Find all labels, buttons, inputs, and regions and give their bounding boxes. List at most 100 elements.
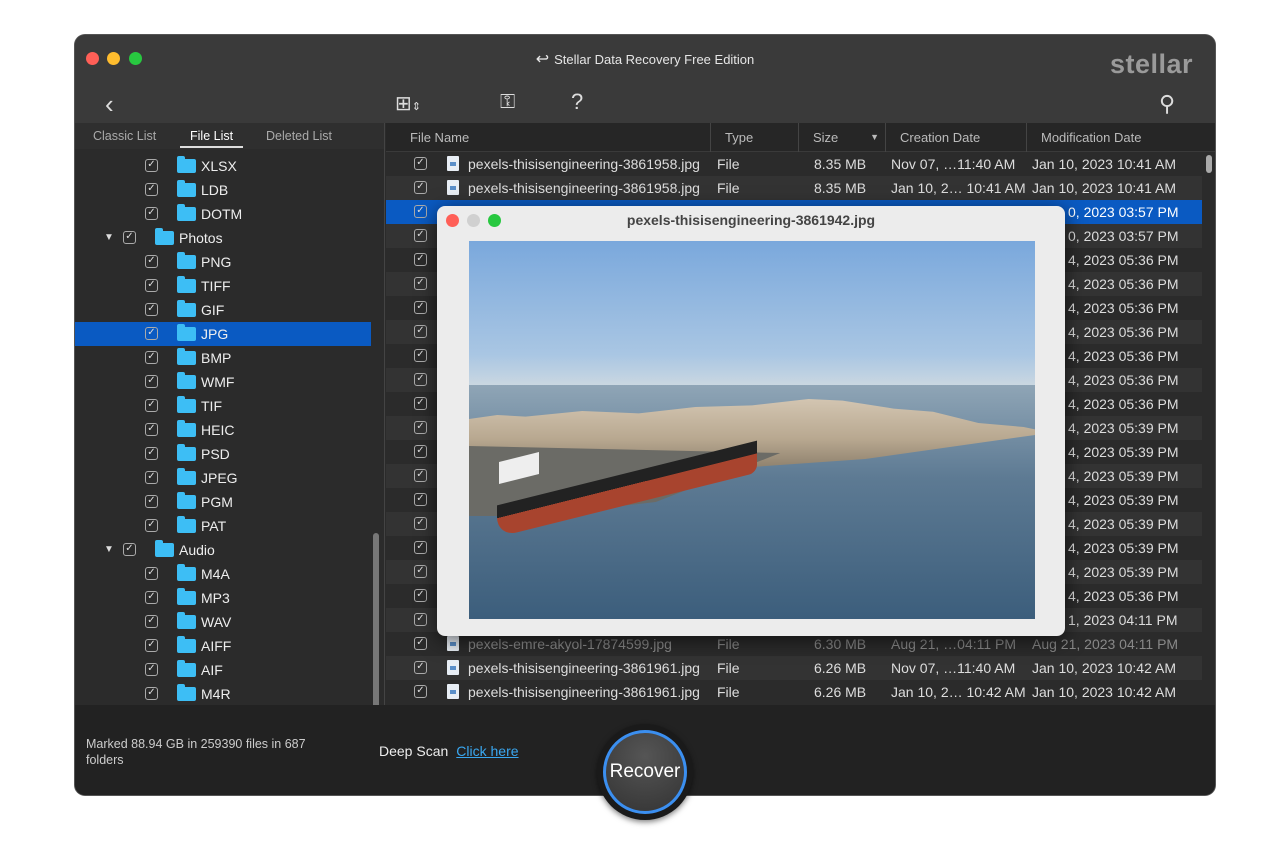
checkbox[interactable]: ✓ <box>414 637 427 650</box>
checkbox[interactable]: ✓ <box>414 205 427 218</box>
table-row[interactable]: ✓ pexels-thisisengineering-3861961.jpg Fil… <box>386 680 1202 704</box>
tree-item-label: GIF <box>201 302 225 318</box>
question-mark-icon[interactable]: ? <box>571 89 583 115</box>
checkbox[interactable]: ✓ <box>145 279 158 292</box>
checkbox[interactable]: ✓ <box>145 207 158 220</box>
checkbox[interactable]: ✓ <box>414 181 427 194</box>
checkbox[interactable]: ✓ <box>414 277 427 290</box>
checkbox[interactable]: ✓ <box>414 445 427 458</box>
checkbox[interactable]: ✓ <box>145 519 158 532</box>
checkbox[interactable]: ✓ <box>123 543 136 556</box>
checkbox[interactable]: ✓ <box>414 517 427 530</box>
checkbox[interactable]: ✓ <box>414 229 427 242</box>
tree-item[interactable]: ✓ MP3 <box>75 586 371 610</box>
tree-item[interactable]: ✓ XLSX <box>75 154 371 178</box>
table-row[interactable]: ✓ pexels-thisisengineering-3861958.jpg Fil… <box>386 152 1202 176</box>
chevron-left-icon[interactable]: ‹ <box>105 89 114 120</box>
checkbox[interactable]: ✓ <box>145 423 158 436</box>
checkbox[interactable]: ✓ <box>414 301 427 314</box>
checkbox[interactable]: ✓ <box>414 565 427 578</box>
tree-item[interactable]: ▼ ✓ Audio <box>75 538 371 562</box>
checkbox[interactable]: ✓ <box>145 567 158 580</box>
tree-item[interactable]: ✓ TIFF <box>75 274 371 298</box>
disclosure-triangle-icon[interactable]: ▼ <box>104 232 114 243</box>
checkbox[interactable]: ✓ <box>414 349 427 362</box>
tree-item[interactable]: ✓ PSD <box>75 442 371 466</box>
tree-item[interactable]: ✓ PGM <box>75 490 371 514</box>
tree-item[interactable]: ✓ M4R <box>75 682 371 706</box>
checkbox[interactable]: ✓ <box>414 373 427 386</box>
checkbox[interactable]: ✓ <box>145 495 158 508</box>
checkbox[interactable]: ✓ <box>145 591 158 604</box>
column-size[interactable]: Size ▼ <box>799 123 886 152</box>
disclosure-triangle-icon[interactable]: ▼ <box>104 544 114 555</box>
tree-item[interactable]: ✓ WAV <box>75 610 371 634</box>
tab-deleted-list[interactable]: Deleted List <box>266 129 332 143</box>
checkbox[interactable]: ✓ <box>414 613 427 626</box>
key-icon[interactable]: ⚿ <box>500 91 515 114</box>
folder-icon <box>177 492 196 509</box>
table-row[interactable]: ✓ pexels-thisisengineering-3861961.jpg Fil… <box>386 656 1202 680</box>
tab-classic-list[interactable]: Classic List <box>93 129 156 143</box>
grid-view-icon[interactable]: ⊞⇕ <box>395 91 421 116</box>
tree-item[interactable]: ✓ PNG <box>75 250 371 274</box>
checkbox[interactable]: ✓ <box>145 183 158 196</box>
checkbox[interactable]: ✓ <box>145 639 158 652</box>
checkbox[interactable]: ✓ <box>145 687 158 700</box>
checkbox[interactable]: ✓ <box>414 325 427 338</box>
table-row[interactable]: ✓ pexels-thisisengineering-3861958.jpg Fil… <box>386 176 1202 200</box>
tree-item[interactable]: ✓ JPEG <box>75 466 371 490</box>
recover-button[interactable]: Recover <box>597 724 693 820</box>
checkbox[interactable]: ✓ <box>145 303 158 316</box>
tree-item[interactable]: ✓ DOTM <box>75 202 371 226</box>
checkbox[interactable]: ✓ <box>414 421 427 434</box>
checkbox[interactable]: ✓ <box>414 493 427 506</box>
column-modification-date[interactable]: Modification Date <box>1027 123 1215 152</box>
tree-item[interactable]: ✓ AIF <box>75 658 371 682</box>
tab-file-list[interactable]: File List <box>180 129 244 148</box>
checkbox[interactable]: ✓ <box>145 399 158 412</box>
folder-icon <box>177 564 196 581</box>
checkbox[interactable]: ✓ <box>145 375 158 388</box>
tree-item[interactable]: ✓ JPG <box>75 322 371 346</box>
checkbox[interactable]: ✓ <box>145 255 158 268</box>
checkbox[interactable]: ✓ <box>145 351 158 364</box>
checkbox[interactable]: ✓ <box>145 615 158 628</box>
checkbox[interactable]: ✓ <box>145 663 158 676</box>
tree-item[interactable]: ▼ ✓ Photos <box>75 226 371 250</box>
column-file-name[interactable]: File Name <box>386 123 711 152</box>
tree-item[interactable]: ✓ TIF <box>75 394 371 418</box>
tree-item[interactable]: ✓ AIFF <box>75 634 371 658</box>
checkbox[interactable]: ✓ <box>414 253 427 266</box>
checkbox[interactable]: ✓ <box>414 397 427 410</box>
folder-icon <box>177 348 196 365</box>
column-type[interactable]: Type <box>711 123 799 152</box>
column-creation-date[interactable]: Creation Date <box>886 123 1027 152</box>
checkbox[interactable]: ✓ <box>145 327 158 340</box>
checkbox[interactable]: ✓ <box>145 471 158 484</box>
image-file-icon <box>447 156 459 171</box>
checkbox[interactable]: ✓ <box>414 589 427 602</box>
tree-item[interactable]: ✓ BMP <box>75 346 371 370</box>
tree-item[interactable]: ✓ WMF <box>75 370 371 394</box>
tree-item-label: PGM <box>201 494 233 510</box>
checkbox[interactable]: ✓ <box>414 685 427 698</box>
modification-date: Jan 10, 2023 10:42 AM <box>1032 684 1176 700</box>
tree-item[interactable]: ✓ LDB <box>75 178 371 202</box>
tree-scrollbar[interactable] <box>373 533 379 733</box>
checkbox[interactable]: ✓ <box>414 661 427 674</box>
checkbox[interactable]: ✓ <box>145 447 158 460</box>
tree-item[interactable]: ✓ M4A <box>75 562 371 586</box>
tree-item[interactable]: ✓ GIF <box>75 298 371 322</box>
checkbox[interactable]: ✓ <box>414 541 427 554</box>
tree-item[interactable]: ✓ PAT <box>75 514 371 538</box>
checkbox[interactable]: ✓ <box>123 231 136 244</box>
checkbox[interactable]: ✓ <box>414 469 427 482</box>
search-icon[interactable]: ⚲ <box>1159 91 1175 117</box>
tree-item[interactable]: ✓ HEIC <box>75 418 371 442</box>
checkbox[interactable]: ✓ <box>145 159 158 172</box>
preview-image <box>469 241 1035 619</box>
checkbox[interactable]: ✓ <box>414 157 427 170</box>
deep-scan-link[interactable]: Click here <box>456 743 518 759</box>
file-list-scrollbar[interactable] <box>1206 155 1212 173</box>
